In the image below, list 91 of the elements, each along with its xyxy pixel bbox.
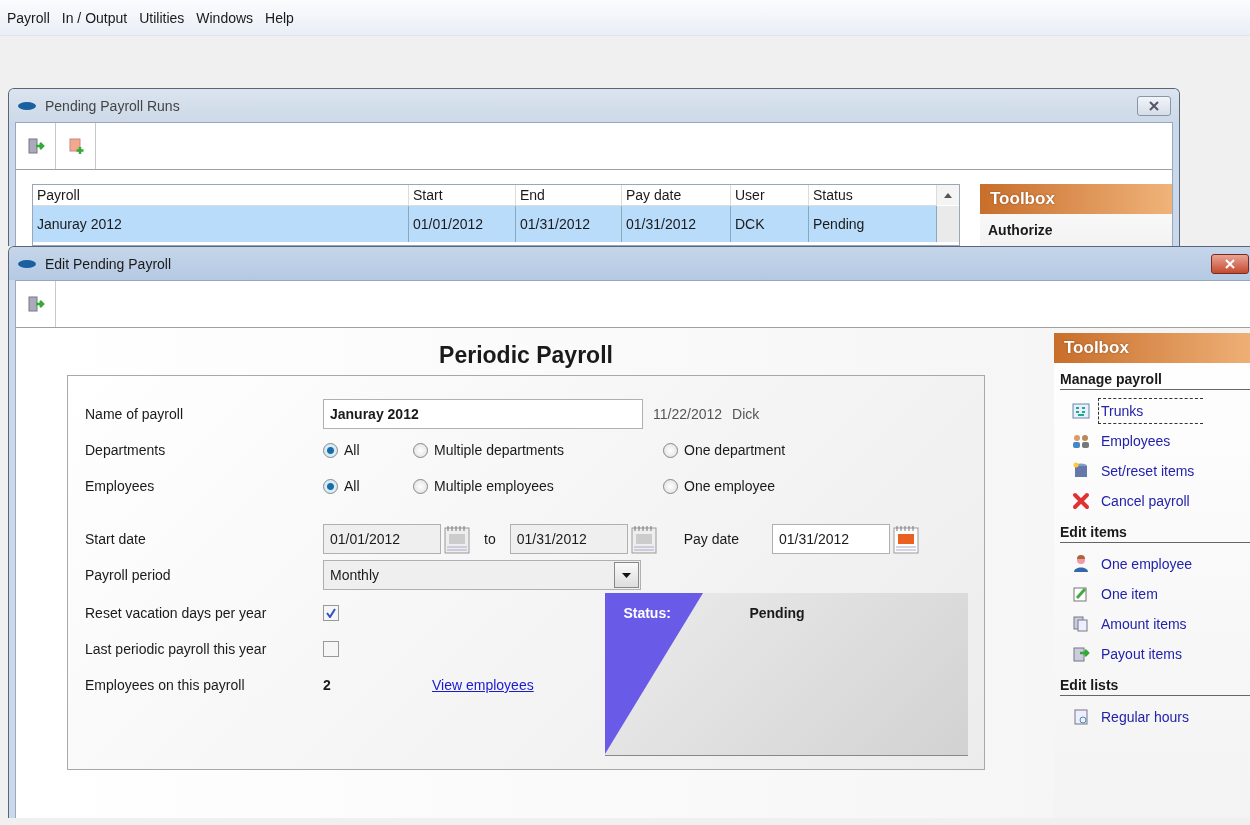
- people-icon: [1072, 432, 1090, 450]
- app-logo-icon: [17, 100, 37, 111]
- date-field[interactable]: 01/31/2012: [771, 524, 890, 554]
- add-document-icon: [66, 137, 85, 155]
- radio-button[interactable]: [323, 442, 338, 458]
- app-logo-icon: [17, 258, 37, 269]
- radio-option[interactable]: All: [323, 478, 413, 494]
- close-button[interactable]: [1137, 95, 1171, 116]
- section-heading: Edit items: [1060, 524, 1250, 543]
- table-cell[interactable]: 01/01/2012: [409, 206, 516, 242]
- close-icon: [1149, 100, 1159, 111]
- menu-item[interactable]: Help: [265, 10, 294, 35]
- radio-label: One employee: [684, 478, 776, 494]
- radio-button[interactable]: [663, 442, 678, 458]
- toolbox-link[interactable]: One item: [1072, 579, 1250, 609]
- radio-label: All: [344, 442, 360, 458]
- menu-item[interactable]: Utilities: [139, 10, 185, 35]
- field-label: Pay date: [683, 531, 739, 547]
- radio-label: All: [344, 478, 360, 494]
- exit-door-icon: [26, 295, 45, 313]
- dropdown-button[interactable]: [614, 562, 639, 588]
- window-title: Edit Pending Payroll: [45, 255, 173, 272]
- toolbox-link[interactable]: Regular hours: [1072, 702, 1250, 732]
- radio-label: Multiple departments: [434, 442, 564, 458]
- status-value: Pending: [749, 605, 805, 621]
- toolbox-link[interactable]: Amount items: [1072, 609, 1250, 639]
- section-heading: Manage payroll: [1060, 371, 1250, 390]
- radio-option[interactable]: All: [323, 442, 413, 458]
- menu-item[interactable]: Payroll: [7, 10, 50, 35]
- exit-door-icon: [26, 137, 45, 155]
- section-heading: Edit lists: [1060, 677, 1250, 696]
- input-field[interactable]: Januray 2012: [323, 399, 643, 429]
- documents-icon: [1072, 615, 1090, 633]
- field-label: Employees on this payroll: [85, 677, 246, 693]
- field-label: Name of payroll: [85, 406, 185, 422]
- dropdown[interactable]: Monthly: [323, 560, 641, 590]
- window-title: Pending Payroll Runs: [45, 97, 181, 114]
- radio-button[interactable]: [663, 478, 678, 494]
- radio-option[interactable]: One employee: [663, 478, 863, 494]
- checkbox[interactable]: [323, 605, 339, 621]
- field-label: Departments: [85, 442, 167, 458]
- close-button[interactable]: [1211, 253, 1249, 274]
- table-cell[interactable]: Januray 2012: [33, 206, 409, 242]
- radio-label: One department: [684, 442, 786, 458]
- export-icon: [1072, 645, 1090, 663]
- close-icon: [1225, 258, 1235, 269]
- form-heading: Periodic Payroll: [438, 342, 614, 369]
- toolbox-header: Toolbox: [1054, 333, 1250, 363]
- toolbox-link[interactable]: Employees: [1072, 426, 1250, 456]
- field-label: Last periodic payroll this year: [85, 641, 268, 657]
- grid-icon: [1072, 402, 1090, 420]
- menu-item[interactable]: In / Output: [61, 10, 128, 35]
- section-heading: Authorize: [987, 221, 1054, 240]
- created-by: Dick: [732, 406, 760, 422]
- status-label: Status:: [623, 605, 671, 621]
- field-label: Reset vacation days per year: [85, 605, 268, 621]
- radio-button[interactable]: [413, 478, 428, 494]
- cancel-icon: [1072, 492, 1090, 510]
- person-icon: [1072, 555, 1090, 573]
- employee-count: 2: [323, 677, 332, 693]
- toolbox-header: Toolbox: [980, 184, 1172, 214]
- table-cell[interactable]: 01/31/2012: [622, 206, 731, 242]
- toolbox-link[interactable]: Cancel payroll: [1072, 486, 1250, 516]
- menu-item[interactable]: Windows: [196, 10, 254, 35]
- field-label: Payroll period: [85, 567, 172, 583]
- caret-icon: [622, 572, 631, 578]
- radio-button[interactable]: [413, 442, 428, 458]
- radio-option[interactable]: One department: [663, 442, 863, 458]
- table-cell[interactable]: Pending: [809, 206, 937, 242]
- view-employees-link[interactable]: View employees: [432, 677, 534, 693]
- toolbox-link[interactable]: Set/reset items: [1072, 456, 1250, 486]
- radio-option[interactable]: Multiple employees: [413, 478, 663, 494]
- table-cell[interactable]: 01/31/2012: [516, 206, 622, 242]
- created-date: 11/22/2012: [653, 406, 723, 422]
- radio-button[interactable]: [323, 478, 338, 494]
- radio-label: Multiple employees: [434, 478, 554, 494]
- calendar-icon[interactable]: [444, 524, 470, 554]
- edit-icon: [1072, 585, 1090, 603]
- calendar-icon[interactable]: [630, 524, 657, 554]
- toolbox-link[interactable]: One employee: [1072, 549, 1250, 579]
- calendar-icon[interactable]: [892, 524, 919, 554]
- table-cell[interactable]: DCK: [731, 206, 809, 242]
- toolbox-link[interactable]: Payout items: [1072, 639, 1250, 669]
- database-icon: [1072, 462, 1090, 480]
- scroll-up-icon[interactable]: [944, 192, 952, 198]
- field-label: Start date: [85, 531, 147, 547]
- checkbox[interactable]: [323, 641, 339, 657]
- radio-option[interactable]: Multiple departments: [413, 442, 663, 458]
- report-icon: [1072, 708, 1090, 726]
- range-separator: to: [484, 531, 496, 547]
- field-label: Employees: [85, 478, 156, 494]
